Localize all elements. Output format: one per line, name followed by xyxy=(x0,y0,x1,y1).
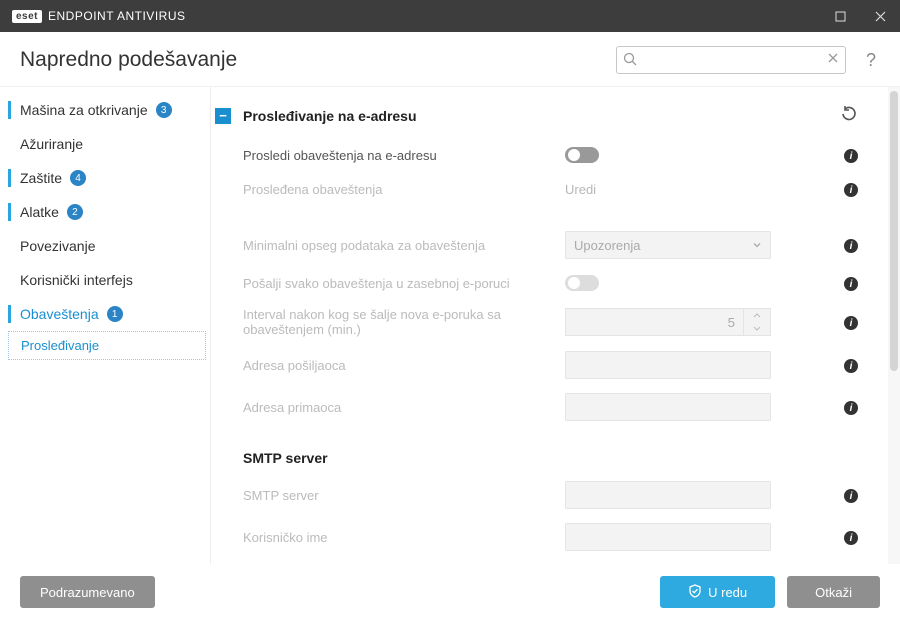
label-forward-notifications: Prosledi obaveštenja na e-adresu xyxy=(215,148,565,163)
sidebar-subitem-forwarding[interactable]: Prosleđivanje xyxy=(8,331,206,360)
smtp-section-title: SMTP server xyxy=(215,428,858,474)
input-recipient-address xyxy=(565,393,771,421)
brand-badge: eset xyxy=(12,10,42,23)
search-input[interactable] xyxy=(616,46,846,74)
info-icon[interactable]: i xyxy=(844,147,858,164)
collapse-section-button[interactable]: − xyxy=(215,108,231,124)
label-interval: Interval nakon kog se šalje nova e-poruk… xyxy=(215,307,565,337)
label-send-each: Pošalji svako obaveštenja u zasebnoj e-p… xyxy=(215,276,565,291)
input-sender-address xyxy=(565,351,771,379)
info-icon[interactable]: i xyxy=(844,487,858,504)
scrollbar[interactable] xyxy=(888,87,900,564)
sidebar-item-protections[interactable]: Zaštite 4 xyxy=(0,161,210,195)
select-min-scope: Upozorenja xyxy=(565,231,771,259)
info-icon[interactable]: i xyxy=(844,181,858,198)
cancel-button[interactable]: Otkaži xyxy=(787,576,880,608)
search-box xyxy=(616,46,846,74)
label-forwarded-notifications: Prosleđena obaveštenja xyxy=(215,182,565,197)
label-smtp-server: SMTP server xyxy=(215,488,565,503)
sidebar: Mašina za otkrivanje 3 Ažuriranje Zaštit… xyxy=(0,87,210,564)
sidebar-item-update[interactable]: Ažuriranje xyxy=(0,127,210,161)
sidebar-badge: 3 xyxy=(156,102,172,118)
label-sender-address: Adresa pošiljaoca xyxy=(215,358,565,373)
sidebar-badge: 4 xyxy=(70,170,86,186)
sidebar-item-connection[interactable]: Povezivanje xyxy=(0,229,210,263)
sidebar-item-label: Zaštite xyxy=(20,170,62,186)
ok-button[interactable]: U redu xyxy=(660,576,775,608)
sidebar-item-label: Ažuriranje xyxy=(20,136,83,152)
brand-text: ENDPOINT ANTIVIRUS xyxy=(48,9,185,23)
info-icon[interactable]: i xyxy=(844,275,858,292)
revert-icon[interactable] xyxy=(840,105,858,126)
window-close-button[interactable] xyxy=(860,0,900,32)
info-icon[interactable]: i xyxy=(844,399,858,416)
scrollbar-thumb[interactable] xyxy=(890,91,898,371)
input-smtp-user xyxy=(565,523,771,551)
search-icon xyxy=(622,51,638,70)
minus-icon: − xyxy=(219,109,227,122)
sidebar-item-tools[interactable]: Alatke 2 xyxy=(0,195,210,229)
info-icon[interactable]: i xyxy=(844,237,858,254)
label-smtp-user: Korisničko ime xyxy=(215,530,565,545)
app-brand: eset ENDPOINT ANTIVIRUS xyxy=(12,9,185,23)
clear-search-icon[interactable] xyxy=(826,51,840,68)
sidebar-item-label: Obaveštenja xyxy=(20,306,99,322)
info-icon[interactable]: i xyxy=(844,314,858,331)
sidebar-item-label: Alatke xyxy=(20,204,59,220)
window-maximize-button[interactable] xyxy=(820,0,860,32)
chevron-down-icon xyxy=(752,238,762,253)
sidebar-badge: 1 xyxy=(107,306,123,322)
help-button[interactable]: ? xyxy=(862,50,880,71)
input-interval xyxy=(565,308,743,336)
info-icon[interactable]: i xyxy=(844,357,858,374)
sidebar-subitem-label: Prosleđivanje xyxy=(21,338,99,353)
toggle-forward-notifications[interactable] xyxy=(565,147,599,163)
sidebar-item-notifications[interactable]: Obaveštenja 1 xyxy=(0,297,210,331)
select-value: Upozorenja xyxy=(574,238,641,253)
shield-check-icon xyxy=(688,584,702,601)
info-icon[interactable]: i xyxy=(844,529,858,546)
spin-up-button xyxy=(744,309,770,322)
sidebar-item-label: Povezivanje xyxy=(20,238,96,254)
page-title: Napredno podešavanje xyxy=(20,48,237,72)
label-min-scope: Minimalni opseg podataka za obaveštenja xyxy=(215,238,565,253)
section-title: Prosleđivanje na e-adresu xyxy=(243,108,417,124)
sidebar-item-detection-engine[interactable]: Mašina za otkrivanje 3 xyxy=(0,93,210,127)
sidebar-item-label: Mašina za otkrivanje xyxy=(20,102,148,118)
defaults-button[interactable]: Podrazumevano xyxy=(20,576,155,608)
spin-down-button xyxy=(744,322,770,335)
toggle-send-each xyxy=(565,275,599,291)
edit-forwarded-link[interactable]: Uredi xyxy=(565,182,596,197)
sidebar-item-label: Korisnički interfejs xyxy=(20,272,133,288)
sidebar-item-ui[interactable]: Korisnički interfejs xyxy=(0,263,210,297)
input-smtp-server xyxy=(565,481,771,509)
settings-panel: − Prosleđivanje na e-adresu Prosledi oba… xyxy=(210,87,888,564)
sidebar-badge: 2 xyxy=(67,204,83,220)
label-recipient-address: Adresa primaoca xyxy=(215,400,565,415)
